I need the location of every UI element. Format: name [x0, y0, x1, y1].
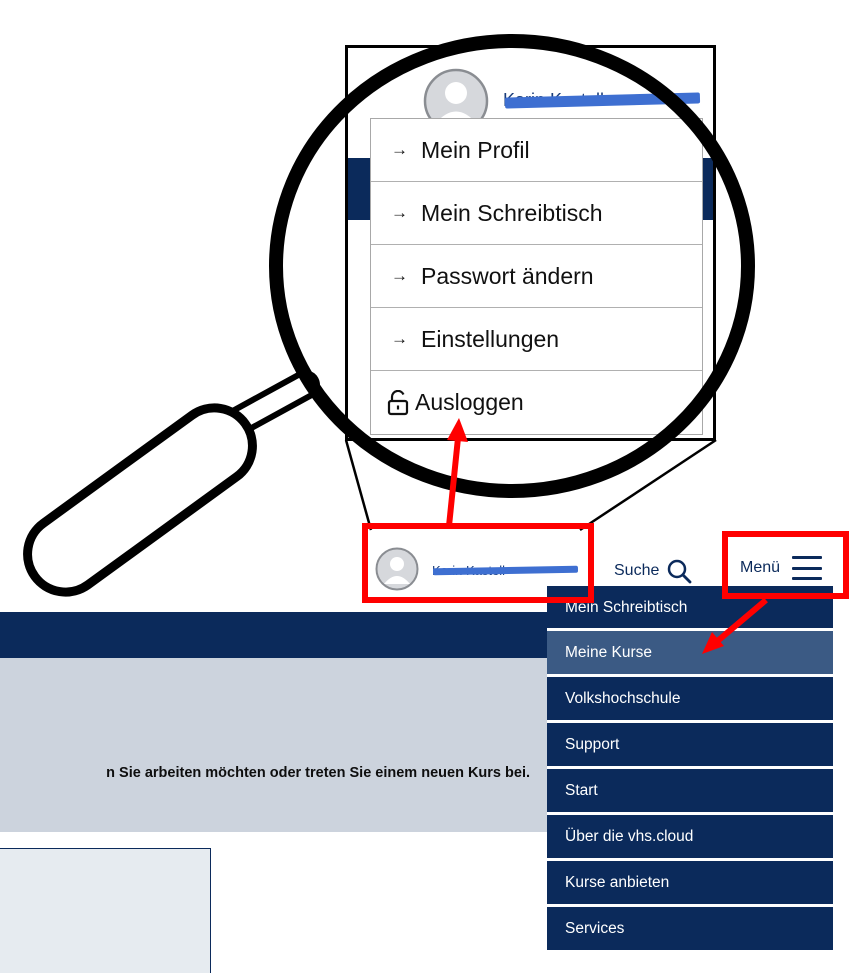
magnifier-lens [269, 34, 768, 654]
arrow-head-icon [447, 418, 468, 442]
